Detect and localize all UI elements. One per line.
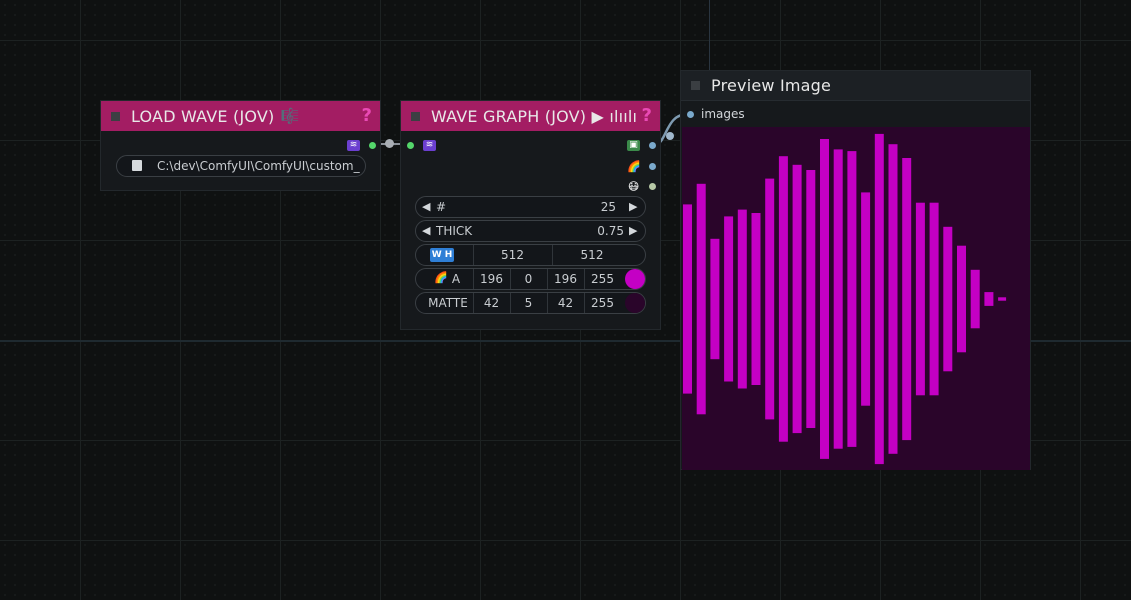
increment-arrow-icon[interactable]: ▶ [629,221,637,241]
canvas-guide-vertical [709,0,710,70]
wave-bar [792,164,802,434]
load-wave-header[interactable]: LOAD WAVE (JOV) 🎼 ? [101,101,380,131]
file-path-value: C:\dev\ComfyUI\ComfyUI\custom_ [157,159,360,173]
wave-bar [943,226,953,372]
collapse-toggle[interactable] [111,111,120,121]
preview-image-header[interactable]: Preview Image [681,71,1030,101]
color-swatch[interactable] [625,269,645,289]
floppy-disk-icon [132,160,142,171]
wave-bar [833,149,843,449]
rgba-g[interactable]: 0 [510,269,547,289]
image-output-icon: ▣ [627,140,640,151]
file-path-field[interactable]: C:\dev\ComfyUI\ComfyUI\custom_ [116,155,366,177]
wave-bar [778,156,788,442]
matte-b[interactable]: 42 [547,293,584,313]
decrement-arrow-icon[interactable]: ◀ [422,221,430,241]
wave-input-slot[interactable] [407,142,414,149]
height-value[interactable]: 512 [552,245,632,265]
rainbow-output-icon: 🌈 [627,160,641,173]
matte-color-swatch[interactable] [625,293,645,313]
wave-bar [847,151,857,447]
rgb-output-slot[interactable] [649,163,656,170]
thick-widget[interactable]: ◀ THICK 0.75 ▶ [415,220,646,242]
wave-bar [929,202,939,396]
width-value[interactable]: 512 [473,245,552,265]
rgba-widget[interactable]: 🌈 A 196 0 196 255 [415,268,646,290]
matte-a[interactable]: 255 [584,293,621,313]
image-output-slot[interactable] [649,142,656,149]
help-icon[interactable]: ? [362,105,372,126]
wave-bar [751,213,761,385]
wave-bar [765,178,775,420]
wave-bar [820,139,829,459]
wave-bar [970,269,980,329]
wave-bar [737,209,747,389]
help-icon[interactable]: ? [642,105,652,126]
node-title: Preview Image [711,76,832,95]
collapse-toggle[interactable] [691,81,700,90]
collapse-toggle[interactable] [411,111,420,121]
preview-image-node[interactable]: Preview Image images [680,70,1031,470]
wave-output-icon: ≋ [347,140,360,151]
wave-bar [696,183,706,415]
wave-bar [683,204,692,394]
wave-graph-node[interactable]: WAVE GRAPH (JOV) ▶ ılıılı ? ≋ ▣ 🌈 😷 ◀ # … [400,100,661,330]
wave-output-slot[interactable] [369,142,376,149]
matte-label: MATTE [428,296,468,310]
rgba-b[interactable]: 196 [547,269,584,289]
mask-output-slot[interactable] [649,183,656,190]
wave-bar [957,245,966,353]
wave-bar [724,216,734,382]
matte-g[interactable]: 5 [510,293,547,313]
thick-label: THICK [436,224,473,238]
images-input-slot[interactable] [687,111,694,118]
wave-bar [710,238,720,360]
wave-graph-header[interactable]: WAVE GRAPH (JOV) ▶ ılıılı ? [401,101,660,131]
wave-bar [861,192,871,406]
rgba-r[interactable]: 196 [473,269,510,289]
node-title: WAVE GRAPH (JOV) ▶ ılıılı [431,106,638,126]
wave-bar [984,292,994,306]
rainbow-icon: 🌈 [434,271,448,284]
link-reroute-dot[interactable] [385,139,394,148]
wave-bar [888,144,898,454]
wave-bar [806,170,816,428]
matte-widget[interactable]: MATTE 42 5 42 255 [415,292,646,314]
music-score-icon: 🎼 [280,107,300,125]
wave-bar [915,202,925,396]
load-wave-node[interactable]: LOAD WAVE (JOV) 🎼 ? ≋ C:\dev\ComfyUI\Com… [100,100,381,191]
rgba-label: A [451,272,461,286]
images-input-label: images [701,107,745,121]
increment-arrow-icon[interactable]: ▶ [629,197,637,217]
wh-icon: W H [430,248,454,262]
count-widget[interactable]: ◀ # 25 ▶ [415,196,646,218]
wave-input-icon: ≋ [423,140,436,151]
waveform-preview-image [682,127,1030,470]
mask-output-icon: 😷 [627,180,640,193]
node-title: LOAD WAVE (JOV) [131,106,275,126]
wh-widget[interactable]: W H 512 512 [415,244,646,266]
wave-bar [998,297,1007,301]
decrement-arrow-icon[interactable]: ◀ [422,197,430,217]
thick-value: 0.75 [597,224,624,238]
count-label: # [436,200,447,214]
count-value: 25 [600,200,616,214]
wave-bar [902,158,912,441]
wave-bar [874,133,884,465]
rgba-a[interactable]: 255 [584,269,621,289]
matte-r[interactable]: 42 [473,293,510,313]
